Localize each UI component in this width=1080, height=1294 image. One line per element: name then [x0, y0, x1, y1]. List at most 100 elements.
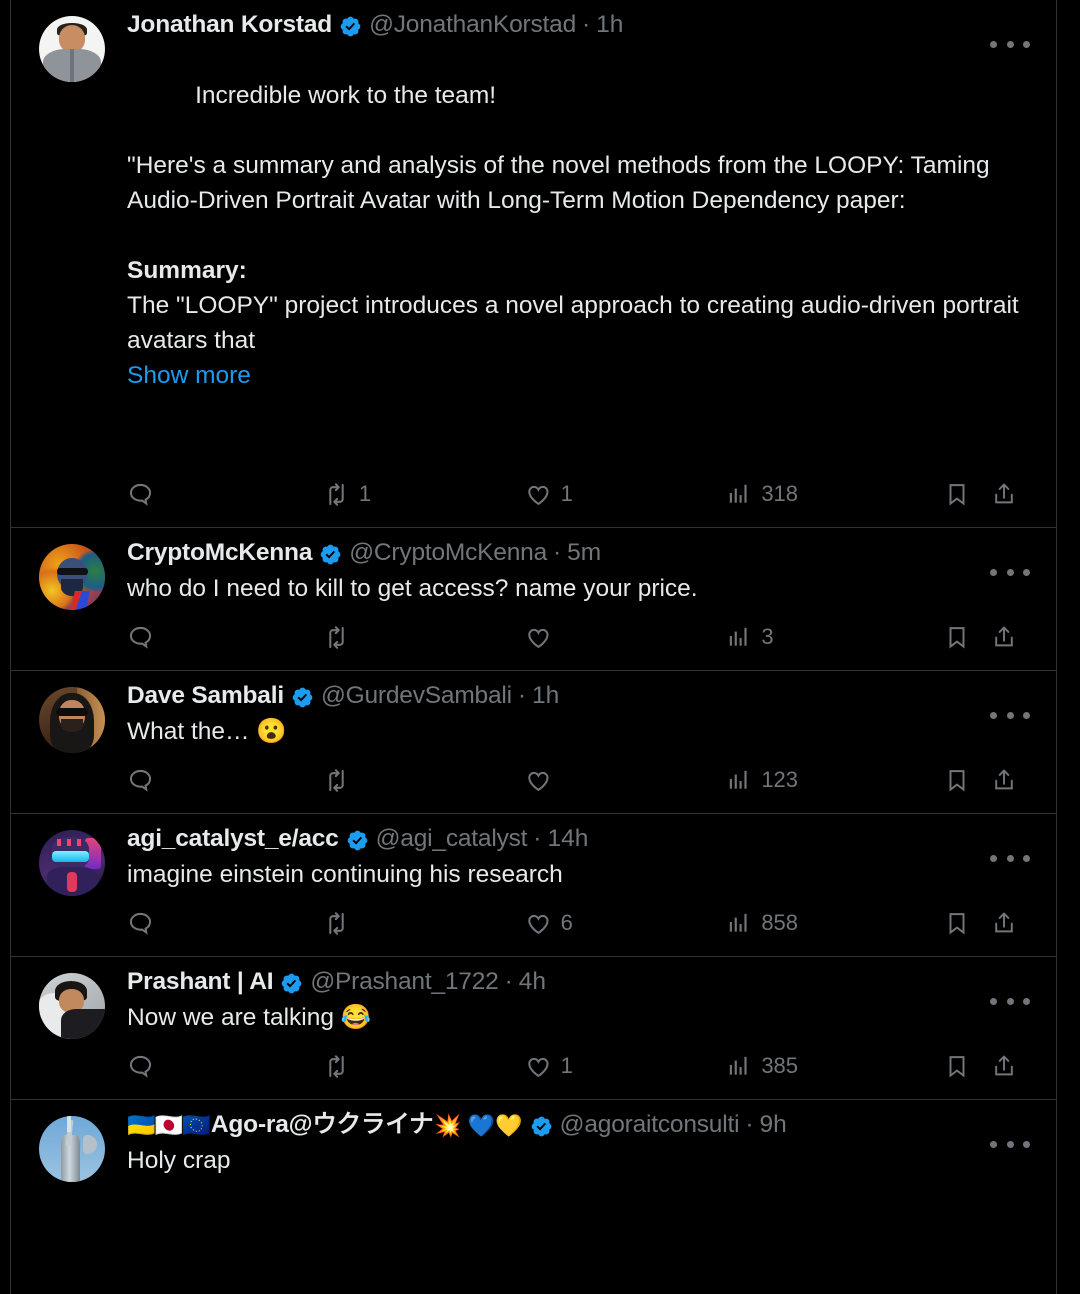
avatar-detail [61, 1008, 105, 1040]
verified-badge-icon [319, 543, 342, 566]
bookmark-icon [944, 910, 970, 936]
handle[interactable]: @CryptoMcKenna [349, 539, 547, 567]
tweet-text: Incredible work to the team! "Here's a su… [127, 43, 1024, 463]
timestamp[interactable]: 5m [567, 539, 601, 567]
timestamp[interactable]: 9h [760, 1111, 787, 1139]
more-dot [1023, 1140, 1030, 1148]
display-name[interactable]: CryptoMcKenna [127, 539, 312, 567]
share-button[interactable] [985, 1053, 1024, 1079]
tweet-header: CryptoMcKenna @CryptoMcKenna · 5m [127, 539, 1024, 567]
show-more-link[interactable]: Show more [127, 358, 1024, 393]
more-options-button[interactable] [990, 987, 1030, 1015]
display-name[interactable]: Prashant | AI [127, 968, 274, 996]
like-heart-icon [525, 767, 552, 794]
avatar[interactable] [39, 544, 105, 611]
tweet-content: agi_catalyst_e/acc @agi_catalyst · 14h i… [127, 825, 1034, 952]
display-name[interactable]: Jonathan Korstad [127, 11, 332, 39]
reply-icon [127, 910, 154, 937]
more-dot [1023, 997, 1030, 1005]
share-icon [991, 481, 1017, 507]
views-bar-chart-icon [726, 910, 752, 936]
more-dot [1023, 40, 1030, 48]
retweet-button[interactable]: 1 [323, 481, 525, 508]
avatar[interactable] [39, 1116, 105, 1183]
like-button[interactable]: 1 [525, 481, 727, 508]
more-dot [1006, 568, 1014, 576]
share-button[interactable] [985, 624, 1024, 650]
timestamp[interactable]: 1h [596, 11, 623, 39]
display-name[interactable]: Ago-ra@ウクライナ [211, 1111, 434, 1139]
avatar-detail [56, 708, 88, 717]
tweet-text: What the… 😮 [127, 718, 287, 746]
views-bar-chart-icon [726, 1053, 752, 1079]
tweet-row[interactable]: Dave Sambali @GurdevSambali · 1h What th… [11, 671, 1056, 815]
reply-button[interactable] [127, 624, 323, 651]
more-options-button[interactable] [990, 30, 1030, 58]
retweet-button[interactable] [323, 767, 525, 794]
like-button[interactable]: 1 [525, 1053, 727, 1080]
share-button[interactable] [985, 767, 1024, 793]
like-button[interactable] [525, 767, 727, 794]
bookmark-icon [944, 1053, 970, 1079]
tweet-text-line: Incredible work to the team! [195, 81, 497, 109]
retweet-icon [323, 767, 350, 794]
reply-button[interactable] [127, 910, 323, 937]
more-options-button[interactable] [990, 1130, 1030, 1158]
retweet-button[interactable] [323, 1053, 525, 1080]
like-button[interactable]: 6 [525, 910, 727, 937]
avatar[interactable] [39, 830, 105, 897]
views-button[interactable]: 318 [726, 481, 930, 507]
handle[interactable]: @GurdevSambali [321, 682, 512, 710]
reply-button[interactable] [127, 1053, 323, 1080]
timestamp[interactable]: 1h [532, 682, 559, 710]
avatar-column [39, 969, 127, 1095]
retweet-button[interactable] [323, 910, 525, 937]
tweet-content: Prashant | AI @Prashant_1722 · 4h Now we… [127, 968, 1034, 1095]
bookmark-button[interactable] [930, 767, 985, 793]
tweet-text-line: "Here's a summary and analysis of the no… [127, 152, 996, 215]
share-button[interactable] [985, 910, 1024, 936]
tweet-row[interactable]: CryptoMcKenna @CryptoMcKenna · 5m who do… [11, 528, 1056, 672]
handle[interactable]: @agoraitconsulti [560, 1111, 740, 1139]
tweet-row[interactable]: agi_catalyst_e/acc @agi_catalyst · 14h i… [11, 814, 1056, 958]
avatar[interactable] [39, 687, 105, 754]
avatar-detail [61, 718, 83, 733]
bookmark-button[interactable] [930, 624, 985, 650]
share-button[interactable] [985, 481, 1024, 507]
more-dot [1006, 854, 1014, 862]
avatar[interactable] [39, 973, 105, 1040]
more-options-button[interactable] [990, 844, 1030, 872]
retweet-icon [323, 910, 350, 937]
retweet-button[interactable] [323, 624, 525, 651]
views-button[interactable]: 385 [726, 1053, 930, 1079]
more-options-button[interactable] [990, 701, 1030, 729]
display-name[interactable]: Dave Sambali [127, 682, 284, 710]
avatar-column [39, 826, 127, 952]
reply-button[interactable] [127, 767, 323, 794]
handle[interactable]: @Prashant_1722 [310, 968, 498, 996]
handle[interactable]: @agi_catalyst [376, 825, 528, 853]
views-button[interactable]: 123 [726, 767, 930, 793]
handle[interactable]: @JonathanKorstad [369, 11, 576, 39]
display-name[interactable]: agi_catalyst_e/acc [127, 825, 339, 853]
bookmark-button[interactable] [930, 481, 985, 507]
bookmark-button[interactable] [930, 1053, 985, 1079]
tweet-header: Dave Sambali @GurdevSambali · 1h [127, 682, 1024, 710]
timestamp[interactable]: 4h [519, 968, 546, 996]
separator-dot: · [553, 539, 562, 567]
tweet-row[interactable]: 🇺🇦🇯🇵🇪🇺 Ago-ra@ウクライナ 💥 💙💛 @agoraitconsult… [11, 1100, 1056, 1187]
like-button[interactable] [525, 624, 727, 651]
avatar[interactable] [39, 16, 105, 82]
reply-button[interactable] [127, 481, 323, 508]
tweet-row[interactable]: Jonathan Korstad @JonathanKorstad · 1h I… [11, 0, 1056, 529]
like-heart-icon [525, 481, 552, 508]
views-button[interactable]: 3 [726, 624, 930, 650]
twitter-thread-screenshot: Jonathan Korstad @JonathanKorstad · 1h I… [0, 0, 1080, 1294]
views-button[interactable]: 858 [726, 910, 930, 936]
tweet-row[interactable]: Prashant | AI @Prashant_1722 · 4h Now we… [11, 957, 1056, 1101]
timestamp[interactable]: 14h [547, 825, 588, 853]
more-dot [1006, 1140, 1014, 1148]
more-options-button[interactable] [990, 558, 1030, 586]
tweet-actions: 123 [127, 763, 1024, 797]
bookmark-button[interactable] [930, 910, 985, 936]
